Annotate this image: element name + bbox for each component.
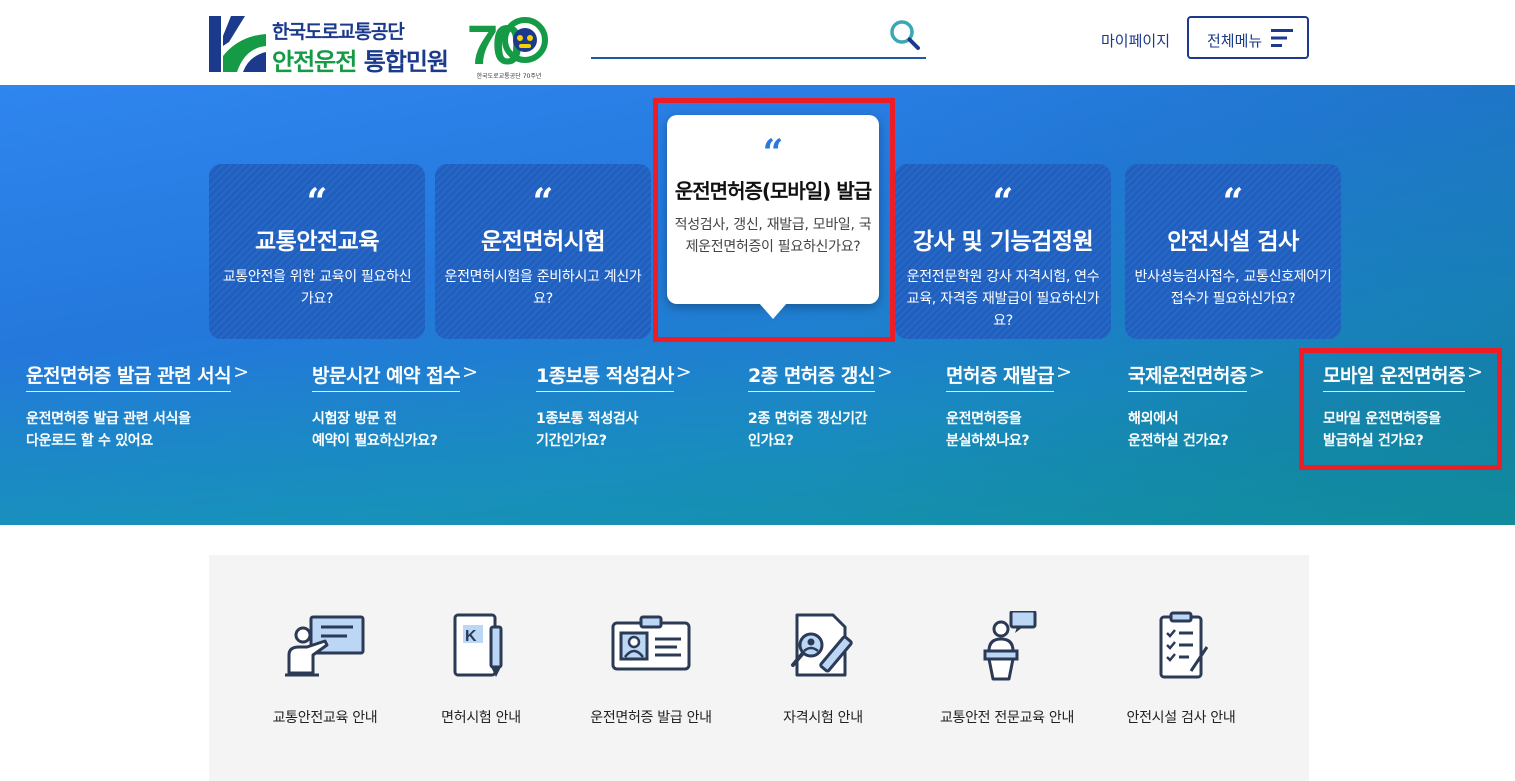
sublink-desc-line1: 운전면허증 발급 관련 서식을	[26, 411, 191, 427]
sublink-desc-line2: 다운로드 할 수 있어요	[26, 433, 153, 449]
card-description: 운전전문학원 강사 자격시험, 연수교육, 자격증 재발급이 필요하신가요?	[906, 269, 1100, 329]
chevron-right-icon: >	[675, 361, 692, 383]
sublink-desc-line1: 시험장 방문 전	[312, 411, 397, 427]
quick-link-label: 안전시설 검사 안내	[1126, 710, 1236, 726]
sublink-desc-line1: 운전면허증을	[946, 411, 1022, 427]
sublink-title: 모바일 운전면허증	[1323, 361, 1465, 392]
sublink-international-license[interactable]: 국제운전면허증 > 해외에서운전하실 건가요?	[1128, 361, 1265, 452]
sublink-class2-renewal[interactable]: 2종 면허증 갱신 > 2종 면허증 갱신기간인가요?	[748, 361, 893, 452]
chevron-right-icon: >	[876, 361, 893, 383]
anniversary-emblem: 70 한국도로교통공단 70주년	[467, 13, 551, 80]
card-description: 운전면허시험을 준비하시고 계신가요?	[444, 269, 642, 307]
sublink-desc-line2: 운전하실 건가요?	[1128, 433, 1229, 449]
sublink-mobile-license[interactable]: 모바일 운전면허증 > 모바일 운전면허증을발급하실 건가요?	[1323, 361, 1483, 452]
quick-link-license-issue[interactable]: 운전면허증 발급 안내	[551, 555, 751, 781]
chevron-right-icon: >	[1248, 361, 1265, 383]
sublink-title: 방문시간 예약 접수	[312, 361, 461, 392]
sublink-title: 2종 면허증 갱신	[748, 361, 875, 392]
sublink-desc-line2: 분실하셨나요?	[946, 433, 1030, 449]
logo-service-name-blue: 통합민원	[363, 48, 449, 76]
quote-icon: “	[532, 181, 554, 223]
sublink-desc-line2: 발급하실 건가요?	[1323, 433, 1424, 449]
sublink-title: 운전면허증 발급 관련 서식	[26, 361, 232, 392]
site-header: 한국도로교통공단 안전운전 통합민원 70 한국도로교통공단 70주년 마이페이…	[0, 0, 1515, 85]
chevron-right-icon: >	[1056, 361, 1072, 383]
id-card-icon	[611, 615, 691, 671]
search-icon	[890, 20, 920, 50]
sublink-description: 운전면허증을분실하셨나요?	[946, 408, 1072, 452]
chevron-right-icon: >	[1466, 361, 1483, 383]
sublink-license-forms[interactable]: 운전면허증 발급 관련 서식 > 운전면허증 발급 관련 서식을다운로드 할 수 …	[26, 361, 249, 452]
chevron-right-icon: >	[233, 361, 250, 383]
sublink-class1-aptitude-test[interactable]: 1종보통 적성검사 > 1종보통 적성검사 기간인가요?	[536, 361, 692, 452]
quick-link-qualification-exam[interactable]: 자격시험 안내	[723, 555, 923, 781]
sublink-description: 1종보통 적성검사기간인가요?	[536, 408, 692, 452]
quick-link-traffic-expert-education[interactable]: 교통안전 전문교육 안내	[907, 555, 1107, 781]
quote-icon: “	[762, 132, 784, 174]
card-title: 강사 및 기능검정원	[912, 229, 1094, 255]
card-description: 교통안전을 위한 교육이 필요하신가요?	[222, 269, 412, 307]
clipboard-checklist-icon	[1159, 611, 1209, 679]
logo-org-name: 한국도로교통공단	[272, 21, 405, 43]
search-bar	[591, 16, 926, 59]
speech-bubble-tail	[759, 303, 787, 319]
mypage-link[interactable]: 마이페이지	[1101, 30, 1170, 51]
card-safety-facility-inspection[interactable]: “ 안전시설 검사 반사성능검사접수, 교통신호제어기 접수가 필요하신가요?	[1125, 164, 1341, 339]
logo-service-name-green: 안전운전	[272, 48, 357, 76]
logo-service-name: 안전운전 통합민원	[272, 42, 449, 77]
sublink-desc-line1: 2종 면허증 갱신기간	[748, 411, 868, 427]
sublink-title: 1종보통 적성검사	[536, 361, 674, 392]
sublink-description: 운전면허증 발급 관련 서식을다운로드 할 수 있어요	[26, 408, 249, 452]
sublink-desc-line1: 1종보통 적성검사	[536, 411, 639, 427]
sublink-desc-line2: 인가요?	[748, 433, 794, 449]
svg-text:K: K	[465, 628, 477, 645]
sublink-description: 모바일 운전면허증을발급하실 건가요?	[1323, 408, 1483, 452]
sublink-description: 시험장 방문 전예약이 필요하신가요?	[312, 408, 478, 452]
quick-link-label: 교통안전 전문교육 안내	[939, 710, 1075, 726]
card-license-exam[interactable]: “ 운전면허시험 운전면허시험을 준비하시고 계신가요?	[435, 164, 651, 339]
sublink-description: 해외에서운전하실 건가요?	[1128, 408, 1265, 452]
sublink-visit-reservation[interactable]: 방문시간 예약 접수 > 시험장 방문 전예약이 필요하신가요?	[312, 361, 478, 452]
hero-section: “ 교통안전교육 교통안전을 위한 교육이 필요하신가요? “ 운전면허시험 운…	[0, 85, 1515, 525]
lecturer-podium-icon	[983, 611, 1037, 681]
quick-link-safety-facility-inspection[interactable]: 안전시설 검사 안내	[1081, 555, 1281, 781]
card-title: 운전면허증(모바일) 발급	[674, 179, 872, 203]
card-license-issue-mobile[interactable]: “ 운전면허증(모바일) 발급 적성검사, 갱신, 재발급, 모바일, 국제운전…	[667, 115, 879, 319]
sublink-description: 2종 면허증 갱신기간인가요?	[748, 408, 893, 452]
quote-icon: “	[1222, 181, 1244, 223]
card-traffic-safety-education[interactable]: “ 교통안전교육 교통안전을 위한 교육이 필요하신가요?	[209, 164, 425, 339]
sublink-desc-line2: 예약이 필요하신가요?	[312, 433, 438, 449]
all-menu-button[interactable]: 전체메뉴	[1187, 16, 1309, 59]
search-input[interactable]	[591, 20, 881, 54]
kotsa-logo-icon	[209, 16, 266, 72]
quick-link-label: 운전면허증 발급 안내	[590, 710, 712, 726]
chevron-right-icon: >	[462, 361, 478, 383]
sublink-title: 면허증 재발급	[946, 361, 1055, 392]
sublink-desc-line1: 모바일 운전면허증을	[1323, 411, 1441, 427]
sublink-desc-line1: 해외에서	[1128, 411, 1179, 427]
teacher-board-icon	[285, 615, 365, 677]
quick-links-panel: 교통안전교육 안내 K 면허시험 안내 운전면허증 발급 안내 자격시험 안내 …	[209, 555, 1309, 781]
card-instructor-examiner[interactable]: “ 강사 및 기능검정원 운전전문학원 강사 자격시험, 연수교육, 자격증 재…	[895, 164, 1111, 339]
sublink-license-reissue[interactable]: 면허증 재발급 > 운전면허증을분실하셨나요?	[946, 361, 1072, 452]
anniversary-70-icon: 70	[467, 13, 548, 76]
card-title: 교통안전교육	[255, 229, 379, 255]
sublink-title: 국제운전면허증	[1128, 361, 1247, 392]
anniversary-caption: 한국도로교통공단 70주년	[476, 73, 542, 80]
exam-search-pen-icon	[791, 613, 853, 677]
card-title: 안전시설 검사	[1167, 229, 1299, 255]
search-button[interactable]	[888, 19, 922, 53]
all-menu-label: 전체메뉴	[1207, 32, 1263, 50]
card-title: 운전면허시험	[481, 229, 605, 255]
card-description: 적성검사, 갱신, 재발급, 모바일, 국제운전면허증이 필요하신가요?	[674, 217, 872, 255]
site-logo[interactable]: 한국도로교통공단 안전운전 통합민원 70 한국도로교통공단 70주년	[209, 13, 569, 80]
quote-icon: “	[992, 181, 1014, 223]
quote-icon: “	[306, 181, 328, 223]
document-pen-icon: K	[453, 613, 503, 677]
sublink-desc-line2: 기간인가요?	[536, 433, 607, 449]
hamburger-icon	[1271, 29, 1293, 47]
card-description: 반사성능검사접수, 교통신호제어기 접수가 필요하신가요?	[1134, 269, 1332, 307]
quick-link-label: 자격시험 안내	[783, 710, 863, 726]
